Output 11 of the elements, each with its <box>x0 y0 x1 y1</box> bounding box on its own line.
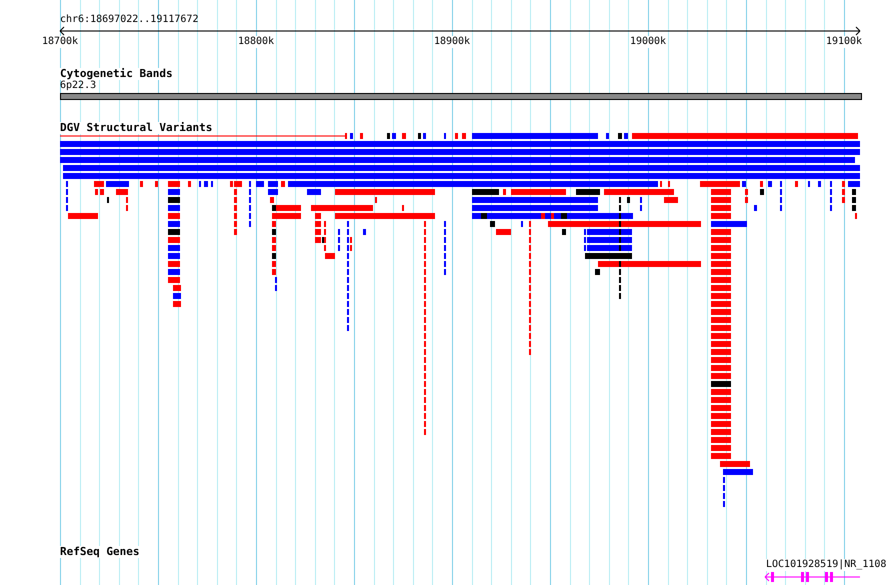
scale-tick-label: 18900k <box>434 36 470 48</box>
scale-tick-label: 19000k <box>630 36 666 48</box>
scale-tick-label: 18700k <box>42 36 78 48</box>
track-title: RefSeq Genes <box>60 546 140 558</box>
band-label: 6p22.3 <box>60 80 96 91</box>
scale-tick-label: 19100k <box>826 36 862 48</box>
gene-label: LOC101928519|NR_1108 <box>766 559 886 571</box>
region-label: chr6:18697022..19117672 <box>60 14 198 26</box>
track-title: Cytogenetic Bands <box>60 68 173 80</box>
scale-tick-label: 18800k <box>238 36 274 48</box>
track-title: DGV Structural Variants <box>60 122 212 134</box>
